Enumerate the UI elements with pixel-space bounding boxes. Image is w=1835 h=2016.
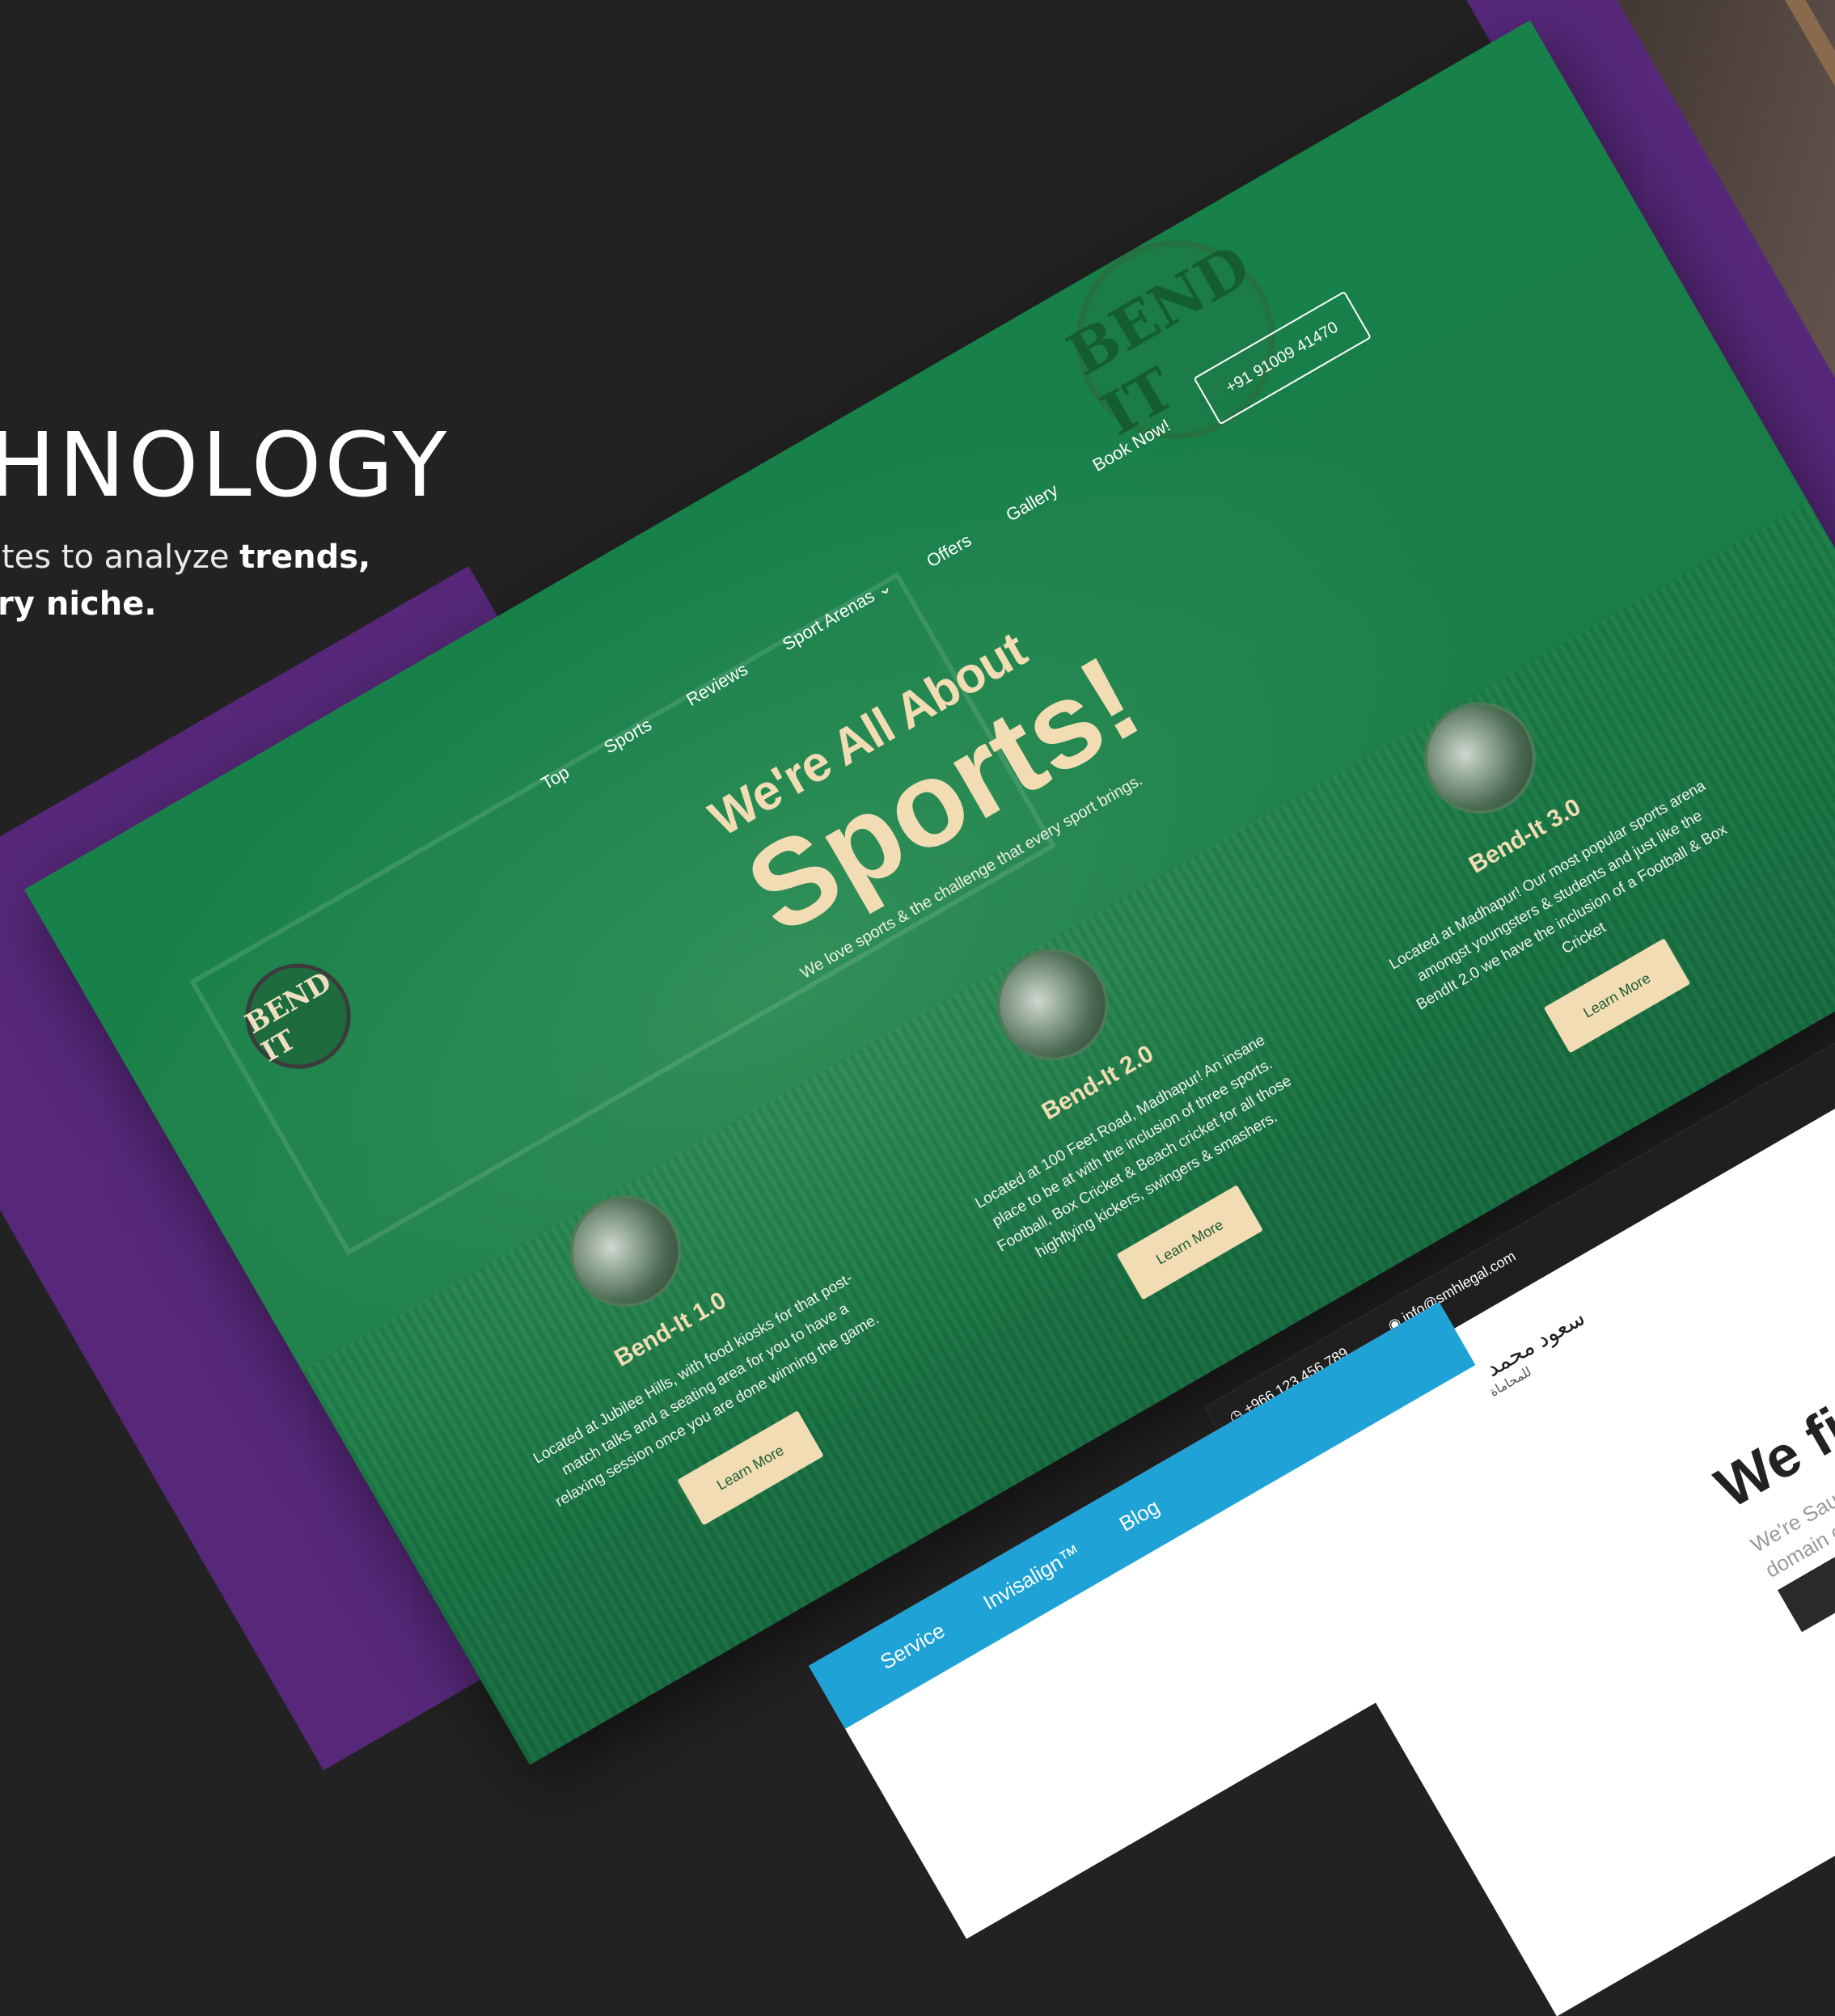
nav-item-blog[interactable]: Blog: [1115, 1494, 1165, 1537]
nav-item-sports[interactable]: Sports: [600, 714, 655, 758]
photo-frame-detail: [1775, 0, 1835, 252]
hero-text: CHNOLOGY sites to analyze trends, ery ni…: [0, 421, 450, 628]
nav-item-offers[interactable]: Offers: [923, 530, 975, 572]
nav-item-gallery[interactable]: Gallery: [1002, 480, 1061, 526]
venue-photo: [976, 928, 1129, 1081]
hero-title: CHNOLOGY: [0, 413, 450, 517]
nav-item-service[interactable]: Service: [876, 1618, 949, 1675]
nav-item-invisalign[interactable]: Invisalign™: [979, 1540, 1085, 1616]
venue-photo: [548, 1175, 702, 1328]
hero-sub-line1: sites to analyze trends,: [0, 539, 371, 576]
hero-sub-line2: ery niche.: [0, 585, 157, 623]
hero-subtitle: sites to analyze trends, ery niche.: [0, 534, 450, 628]
venue-photo: [1403, 682, 1557, 835]
nav-item-book-now[interactable]: Book Now!: [1089, 415, 1173, 476]
